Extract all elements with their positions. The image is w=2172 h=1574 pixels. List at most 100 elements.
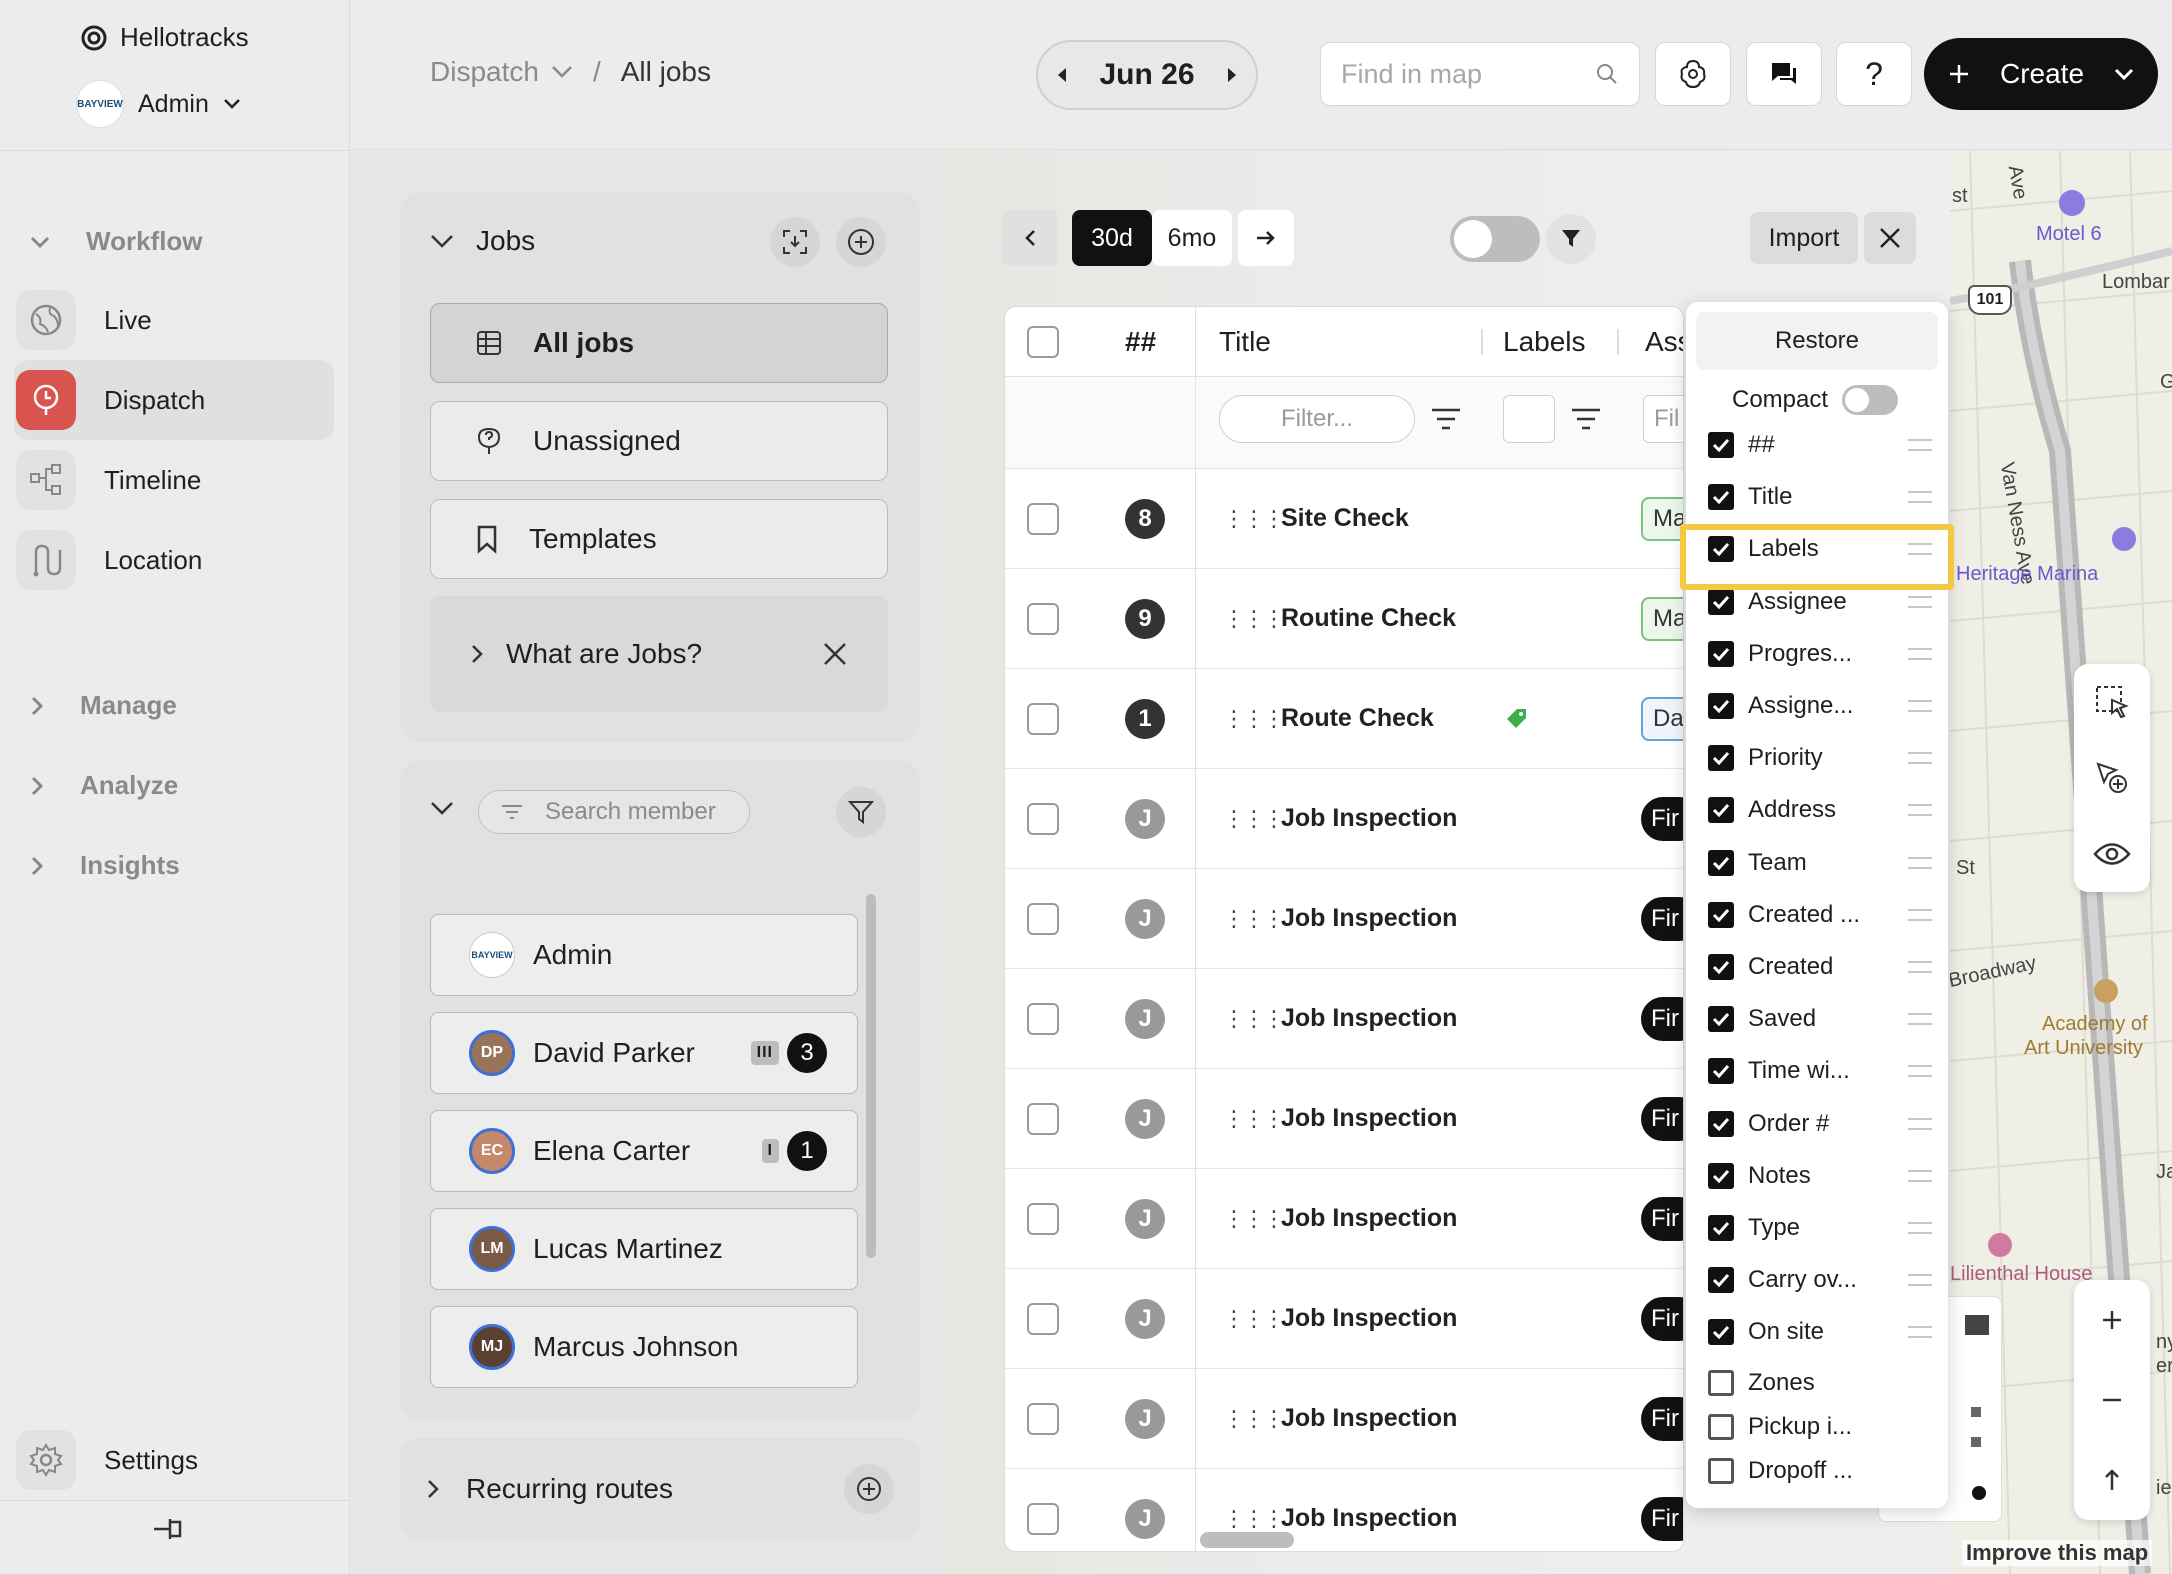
column-header-labels[interactable]: Labels xyxy=(1503,326,1586,358)
drag-handle-icon[interactable]: ⋮⋮⋮ xyxy=(1223,1406,1285,1432)
drag-handle-icon[interactable]: ⋮⋮⋮ xyxy=(1223,1506,1285,1532)
drag-handle-icon[interactable] xyxy=(1908,1169,1932,1182)
table-row[interactable]: J ⋮⋮⋮ Job Inspection Fir xyxy=(1005,1469,1683,1551)
column-option[interactable]: ## xyxy=(1708,424,1932,466)
job-title[interactable]: Job Inspection xyxy=(1281,1204,1457,1233)
row-checkbox[interactable] xyxy=(1027,802,1059,835)
column-option[interactable]: Time wi... xyxy=(1708,1050,1932,1092)
member-item[interactable]: LM Lucas Martinez xyxy=(430,1208,858,1290)
sidebar-item-location[interactable]: Location xyxy=(14,520,334,600)
job-title[interactable]: Job Inspection xyxy=(1281,904,1457,933)
row-checkbox[interactable] xyxy=(1027,1302,1059,1335)
assignee-chip[interactable]: Da xyxy=(1641,696,1683,741)
filter-lines-icon[interactable] xyxy=(1431,407,1461,431)
checkbox-checked-icon[interactable] xyxy=(1708,797,1734,824)
column-header-num[interactable]: ## xyxy=(1125,326,1156,358)
checkbox-checked-icon[interactable] xyxy=(1708,1267,1734,1294)
assignee-chip[interactable]: Ma xyxy=(1641,596,1683,641)
row-checkbox[interactable] xyxy=(1027,1502,1059,1535)
compass-button[interactable] xyxy=(2074,1440,2150,1520)
checkbox-checked-icon[interactable] xyxy=(1708,745,1734,772)
checkbox-checked-icon[interactable] xyxy=(1708,1319,1734,1346)
checkbox-checked-icon[interactable] xyxy=(1708,1162,1734,1189)
checkbox-checked-icon[interactable] xyxy=(1708,849,1734,876)
close-panel-button[interactable] xyxy=(1864,212,1916,264)
job-title[interactable]: Job Inspection xyxy=(1281,1104,1457,1133)
drag-handle-icon[interactable]: ⋮⋮⋮ xyxy=(1223,606,1285,632)
assignee-chip[interactable]: Fir xyxy=(1641,896,1683,941)
view-templates[interactable]: Templates xyxy=(430,499,888,579)
table-row[interactable]: J ⋮⋮⋮ Job Inspection Fir xyxy=(1005,1069,1683,1169)
drag-handle-icon[interactable] xyxy=(1908,961,1932,973)
member-item[interactable]: MJ Marcus Johnson xyxy=(430,1306,858,1388)
column-header-assignee[interactable]: Ass xyxy=(1645,326,1683,358)
row-checkbox[interactable] xyxy=(1027,1102,1059,1135)
checkbox-checked-icon[interactable] xyxy=(1708,954,1734,980)
import-button[interactable]: Import xyxy=(1750,212,1858,264)
create-button[interactable]: Create xyxy=(1924,38,2158,110)
drag-handle-icon[interactable] xyxy=(1908,908,1932,921)
drag-handle-icon[interactable] xyxy=(1908,439,1932,451)
add-job-button[interactable] xyxy=(836,217,886,267)
assignee-chip[interactable]: Ma xyxy=(1641,496,1683,541)
checkbox-checked-icon[interactable] xyxy=(1708,1215,1734,1241)
caret-left-icon[interactable] xyxy=(1056,67,1068,83)
checkbox-checked-icon[interactable] xyxy=(1708,901,1734,928)
checkbox-checked-icon[interactable] xyxy=(1708,640,1734,667)
checkbox-checked-icon[interactable] xyxy=(1708,693,1734,719)
member-item[interactable]: DP David Parker III 3 xyxy=(430,1012,858,1094)
column-option[interactable]: Priority xyxy=(1708,737,1932,779)
restore-button[interactable]: Restore xyxy=(1696,312,1938,370)
recurring-routes[interactable]: Recurring routes xyxy=(400,1438,920,1540)
date-label[interactable]: Jun 26 xyxy=(1099,58,1194,92)
column-option[interactable]: Dropoff ... xyxy=(1708,1450,1932,1492)
job-title[interactable]: Job Inspection xyxy=(1281,1304,1457,1333)
checkbox-checked-icon[interactable] xyxy=(1708,484,1734,511)
sidebar-item-timeline[interactable]: Timeline xyxy=(14,440,334,520)
assignee-chip[interactable]: Fir xyxy=(1641,996,1683,1041)
drag-handle-icon[interactable] xyxy=(1908,595,1932,608)
job-title[interactable]: Job Inspection xyxy=(1281,1404,1457,1433)
user-menu[interactable]: BAYVIEW Admin xyxy=(76,80,241,128)
drag-handle-icon[interactable] xyxy=(1908,1326,1932,1339)
checkbox-checked-icon[interactable] xyxy=(1708,432,1734,458)
drag-handle-icon[interactable]: ⋮⋮⋮ xyxy=(1223,906,1285,932)
drag-handle-icon[interactable] xyxy=(1908,1013,1932,1026)
row-checkbox[interactable] xyxy=(1027,502,1059,535)
scrollbar[interactable] xyxy=(866,894,876,1258)
checkbox-checked-icon[interactable] xyxy=(1708,588,1734,615)
ai-assistant-button[interactable] xyxy=(1655,42,1731,106)
caret-right-icon[interactable] xyxy=(1226,67,1238,83)
filter-button[interactable] xyxy=(1546,214,1596,264)
drag-handle-icon[interactable] xyxy=(1908,804,1932,817)
view-unassigned[interactable]: Unassigned xyxy=(430,401,888,481)
assignee-chip[interactable]: Fir xyxy=(1641,1496,1683,1541)
checkbox-checked-icon[interactable] xyxy=(1708,1058,1734,1085)
table-row[interactable]: J ⋮⋮⋮ Job Inspection Fir xyxy=(1005,1269,1683,1369)
job-title[interactable]: Job Inspection xyxy=(1281,1004,1457,1033)
table-row[interactable]: J ⋮⋮⋮ Job Inspection Fir xyxy=(1005,769,1683,869)
column-option[interactable]: Type xyxy=(1708,1207,1932,1249)
column-option[interactable]: Created ... xyxy=(1708,894,1932,936)
sidebar-item-settings[interactable]: Settings xyxy=(14,1420,334,1500)
breadcrumb-parent[interactable]: Dispatch xyxy=(430,56,539,88)
labels-filter-input[interactable] xyxy=(1503,395,1555,443)
assignee-filter-input[interactable]: Fil xyxy=(1643,395,1683,443)
drag-handle-icon[interactable]: ⋮⋮⋮ xyxy=(1223,1306,1285,1332)
table-row[interactable]: 1 ⋮⋮⋮ Route Check Da xyxy=(1005,669,1683,769)
column-option[interactable]: Order # xyxy=(1708,1103,1932,1145)
column-option[interactable]: Assigne... xyxy=(1708,685,1932,727)
title-filter-input[interactable]: Filter... xyxy=(1219,395,1415,443)
member-item[interactable]: BAYVIEW Admin xyxy=(430,914,858,996)
table-row[interactable]: 9 ⋮⋮⋮ Routine Check Ma xyxy=(1005,569,1683,669)
column-option[interactable]: Title xyxy=(1708,476,1932,518)
pin-sidebar-icon[interactable] xyxy=(150,1514,186,1544)
chevron-down-icon[interactable] xyxy=(430,800,454,816)
table-row[interactable]: J ⋮⋮⋮ Job Inspection Fir xyxy=(1005,1169,1683,1269)
chevron-down-icon[interactable] xyxy=(430,233,454,249)
search-member-input[interactable]: Search member xyxy=(478,790,750,834)
compact-toggle[interactable] xyxy=(1842,385,1899,415)
column-option[interactable]: Created xyxy=(1708,946,1932,988)
table-row[interactable]: J ⋮⋮⋮ Job Inspection Fir xyxy=(1005,869,1683,969)
select-area-button[interactable] xyxy=(2074,664,2150,740)
